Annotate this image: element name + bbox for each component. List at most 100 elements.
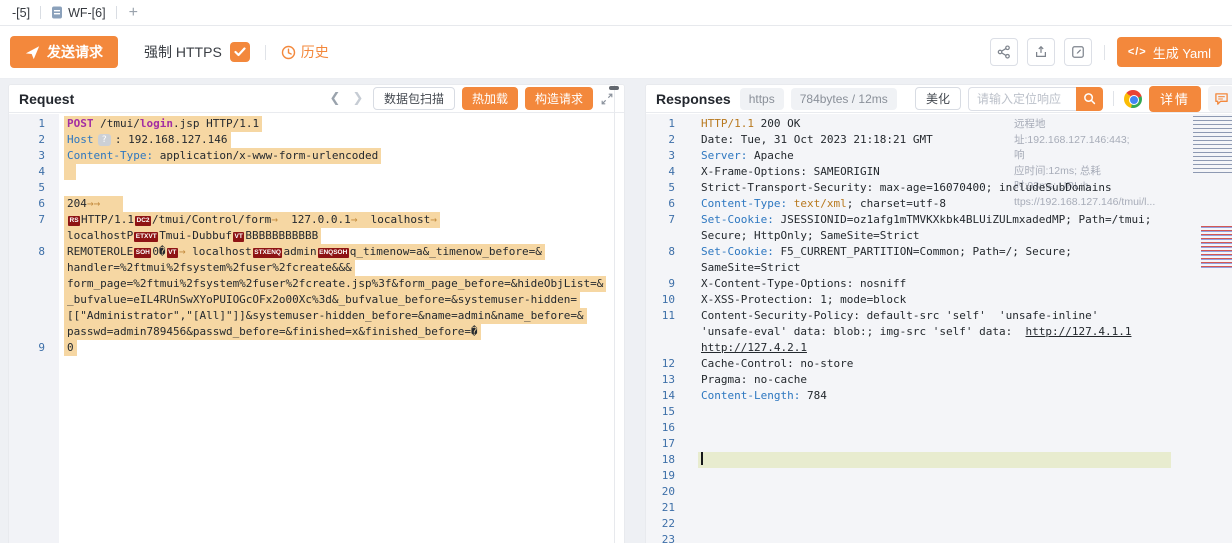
fullscreen-icon[interactable] <box>600 92 614 106</box>
code-row[interactable]: 17 <box>646 436 1232 452</box>
code-line[interactable]: Pragma: no-cache <box>698 372 810 388</box>
code-line[interactable]: [["Administrator","[All]"]]&systemuser-h… <box>64 308 587 324</box>
tab-previous[interactable]: -[5] <box>2 6 40 20</box>
request-scrollbar-thumb[interactable] <box>609 86 619 90</box>
send-request-button[interactable]: 发送请求 <box>10 36 118 68</box>
code-line[interactable] <box>64 180 70 196</box>
code-row[interactable]: 1POST /tmui/login.jsp HTTP/1.1 <box>9 116 624 132</box>
code-line[interactable] <box>698 436 704 452</box>
code-row[interactable]: 9X-Content-Type-Options: nosniff <box>646 276 1232 292</box>
code-line[interactable]: form_page=%2ftmui%2fsystem%2fuser%2fcrea… <box>64 276 606 292</box>
response-editor[interactable]: 远程地址:192.168.127.146:443; 响 应时间:12ms; 总耗… <box>646 114 1232 543</box>
code-row[interactable]: 18 <box>646 452 1232 468</box>
code-line[interactable]: Server: Apache <box>698 148 797 164</box>
code-row[interactable]: passwd=admin789456&passwd_before=&finish… <box>9 324 624 340</box>
comment-button[interactable] <box>1208 86 1232 112</box>
code-line[interactable] <box>64 164 76 180</box>
code-row[interactable]: 22 <box>646 516 1232 532</box>
code-line[interactable] <box>698 420 704 436</box>
code-row[interactable]: 8Set-Cookie: F5_CURRENT_PARTITION=Common… <box>646 244 1232 260</box>
code-row[interactable]: _bufvalue=eIL4RUnSwXYoPUIOGcOFx2o00Xc%3d… <box>9 292 624 308</box>
code-row[interactable]: 3Server: Apache <box>646 148 1232 164</box>
code-line[interactable]: X-Frame-Options: SAMEORIGIN <box>698 164 883 180</box>
code-line[interactable] <box>698 516 704 532</box>
code-row[interactable]: http://127.4.2.1 <box>646 340 1232 356</box>
code-row[interactable]: 4 <box>9 164 624 180</box>
code-line[interactable]: handler=%2ftmui%2fsystem%2fuser%2fcreate… <box>64 260 355 276</box>
code-row[interactable]: 6Content-Type: text/xml; charset=utf-8 <box>646 196 1232 212</box>
new-tab-button[interactable]: + <box>117 4 150 22</box>
code-line[interactable]: Cache-Control: no-store <box>698 356 856 372</box>
code-row[interactable]: 15 <box>646 404 1232 420</box>
code-line[interactable]: Content-Length: 784 <box>698 388 830 404</box>
code-row[interactable]: 1HTTP/1.1 200 OK <box>646 116 1232 132</box>
code-row[interactable]: 7Set-Cookie: JSESSIONID=oz1afg1mTMVKXkbk… <box>646 212 1232 228</box>
code-row[interactable]: 10X-XSS-Protection: 1; mode=block <box>646 292 1232 308</box>
code-row[interactable]: 21 <box>646 500 1232 516</box>
code-row[interactable]: 8REMOTEROLESOH0�VT→ localhostSTXENQadmin… <box>9 244 624 260</box>
code-row[interactable]: 23 <box>646 532 1232 543</box>
code-line[interactable] <box>698 452 1171 468</box>
code-line[interactable]: Content-Security-Policy: default-src 'se… <box>698 308 1101 324</box>
force-https-checkbox[interactable] <box>230 42 250 62</box>
code-line[interactable]: RSHTTP/1.1DC2/tmui/Control/form→ 127.0.0… <box>64 212 440 228</box>
request-editor[interactable]: 1POST /tmui/login.jsp HTTP/1.12Host?: 19… <box>9 114 624 543</box>
code-row[interactable]: handler=%2ftmui%2fsystem%2fuser%2fcreate… <box>9 260 624 276</box>
code-row[interactable]: 20 <box>646 484 1232 500</box>
beautify-button[interactable]: 美化 <box>915 87 961 110</box>
code-line[interactable]: localhostPETXVTTmui-DubbufVTBBBBBBBBBBB <box>64 228 321 244</box>
code-row[interactable]: Secure; HttpOnly; SameSite=Strict <box>646 228 1232 244</box>
code-line[interactable]: X-XSS-Protection: 1; mode=block <box>698 292 909 308</box>
code-line[interactable]: POST /tmui/login.jsp HTTP/1.1 <box>64 116 262 132</box>
code-line[interactable]: Content-Type: text/xml; charset=utf-8 <box>698 196 949 212</box>
tab-current[interactable]: WF-[6] <box>41 6 116 20</box>
code-line[interactable]: 'unsafe-eval' data: blob:; img-src 'self… <box>698 324 1134 340</box>
code-line[interactable]: Secure; HttpOnly; SameSite=Strict <box>698 228 923 244</box>
hot-reload-button[interactable]: 热加载 <box>462 87 518 110</box>
code-line[interactable]: SameSite=Strict <box>698 260 803 276</box>
code-row[interactable]: 2Host?: 192.168.127.146 <box>9 132 624 148</box>
search-input[interactable] <box>968 87 1076 111</box>
code-line[interactable]: http://127.4.2.1 <box>698 340 810 356</box>
code-row[interactable]: 3Content-Type: application/x-www-form-ur… <box>9 148 624 164</box>
code-line[interactable]: Date: Tue, 31 Oct 2023 21:18:21 GMT <box>698 132 936 148</box>
code-row[interactable]: 2Date: Tue, 31 Oct 2023 21:18:21 GMT <box>646 132 1232 148</box>
code-row[interactable]: 13Pragma: no-cache <box>646 372 1232 388</box>
code-line[interactable]: Set-Cookie: F5_CURRENT_PARTITION=Common;… <box>698 244 1075 260</box>
code-line[interactable]: Strict-Transport-Security: max-age=16070… <box>698 180 1115 196</box>
code-row[interactable]: 12Cache-Control: no-store <box>646 356 1232 372</box>
code-row[interactable]: SameSite=Strict <box>646 260 1232 276</box>
code-row[interactable]: 14Content-Length: 784 <box>646 388 1232 404</box>
construct-request-button[interactable]: 构造请求 <box>525 87 593 110</box>
code-line[interactable] <box>698 532 704 543</box>
code-row[interactable]: form_page=%2ftmui%2fsystem%2fuser%2fcrea… <box>9 276 624 292</box>
code-row[interactable]: 7RSHTTP/1.1DC2/tmui/Control/form→ 127.0.… <box>9 212 624 228</box>
code-row[interactable]: 19 <box>646 468 1232 484</box>
code-line[interactable] <box>698 404 704 420</box>
code-line[interactable]: Set-Cookie: JSESSIONID=oz1afg1mTMVKXkbk4… <box>698 212 1154 228</box>
generate-yaml-button[interactable]: </> 生成 Yaml <box>1117 37 1222 67</box>
share-button[interactable] <box>990 38 1018 66</box>
code-line[interactable] <box>698 468 704 484</box>
code-row[interactable]: 16 <box>646 420 1232 436</box>
packet-scan-button[interactable]: 数据包扫描 <box>373 87 455 110</box>
code-line[interactable]: passwd=admin789456&passwd_before=&finish… <box>64 324 481 340</box>
edit-button[interactable] <box>1064 38 1092 66</box>
code-line[interactable]: 0 <box>64 340 77 356</box>
history-button[interactable]: 历史 <box>281 42 329 62</box>
export-button[interactable] <box>1027 38 1055 66</box>
code-row[interactable]: 11Content-Security-Policy: default-src '… <box>646 308 1232 324</box>
code-line[interactable] <box>698 484 704 500</box>
code-line[interactable]: X-Content-Type-Options: nosniff <box>698 276 909 292</box>
code-line[interactable]: Content-Type: application/x-www-form-url… <box>64 148 381 164</box>
code-line[interactable]: HTTP/1.1 200 OK <box>698 116 803 132</box>
code-line[interactable] <box>698 500 704 516</box>
code-line[interactable]: _bufvalue=eIL4RUnSwXYoPUIOGcOFx2o00Xc%3d… <box>64 292 580 308</box>
history-forward-button[interactable]: ❯ <box>350 91 366 106</box>
search-button[interactable] <box>1076 87 1103 111</box>
code-line[interactable]: Host?: 192.168.127.146 <box>64 132 231 148</box>
code-row[interactable]: [["Administrator","[All]"]]&systemuser-h… <box>9 308 624 324</box>
details-button[interactable]: 详情 <box>1149 86 1201 112</box>
code-row[interactable]: 90 <box>9 340 624 356</box>
code-row[interactable]: localhostPETXVTTmui-DubbufVTBBBBBBBBBBB <box>9 228 624 244</box>
